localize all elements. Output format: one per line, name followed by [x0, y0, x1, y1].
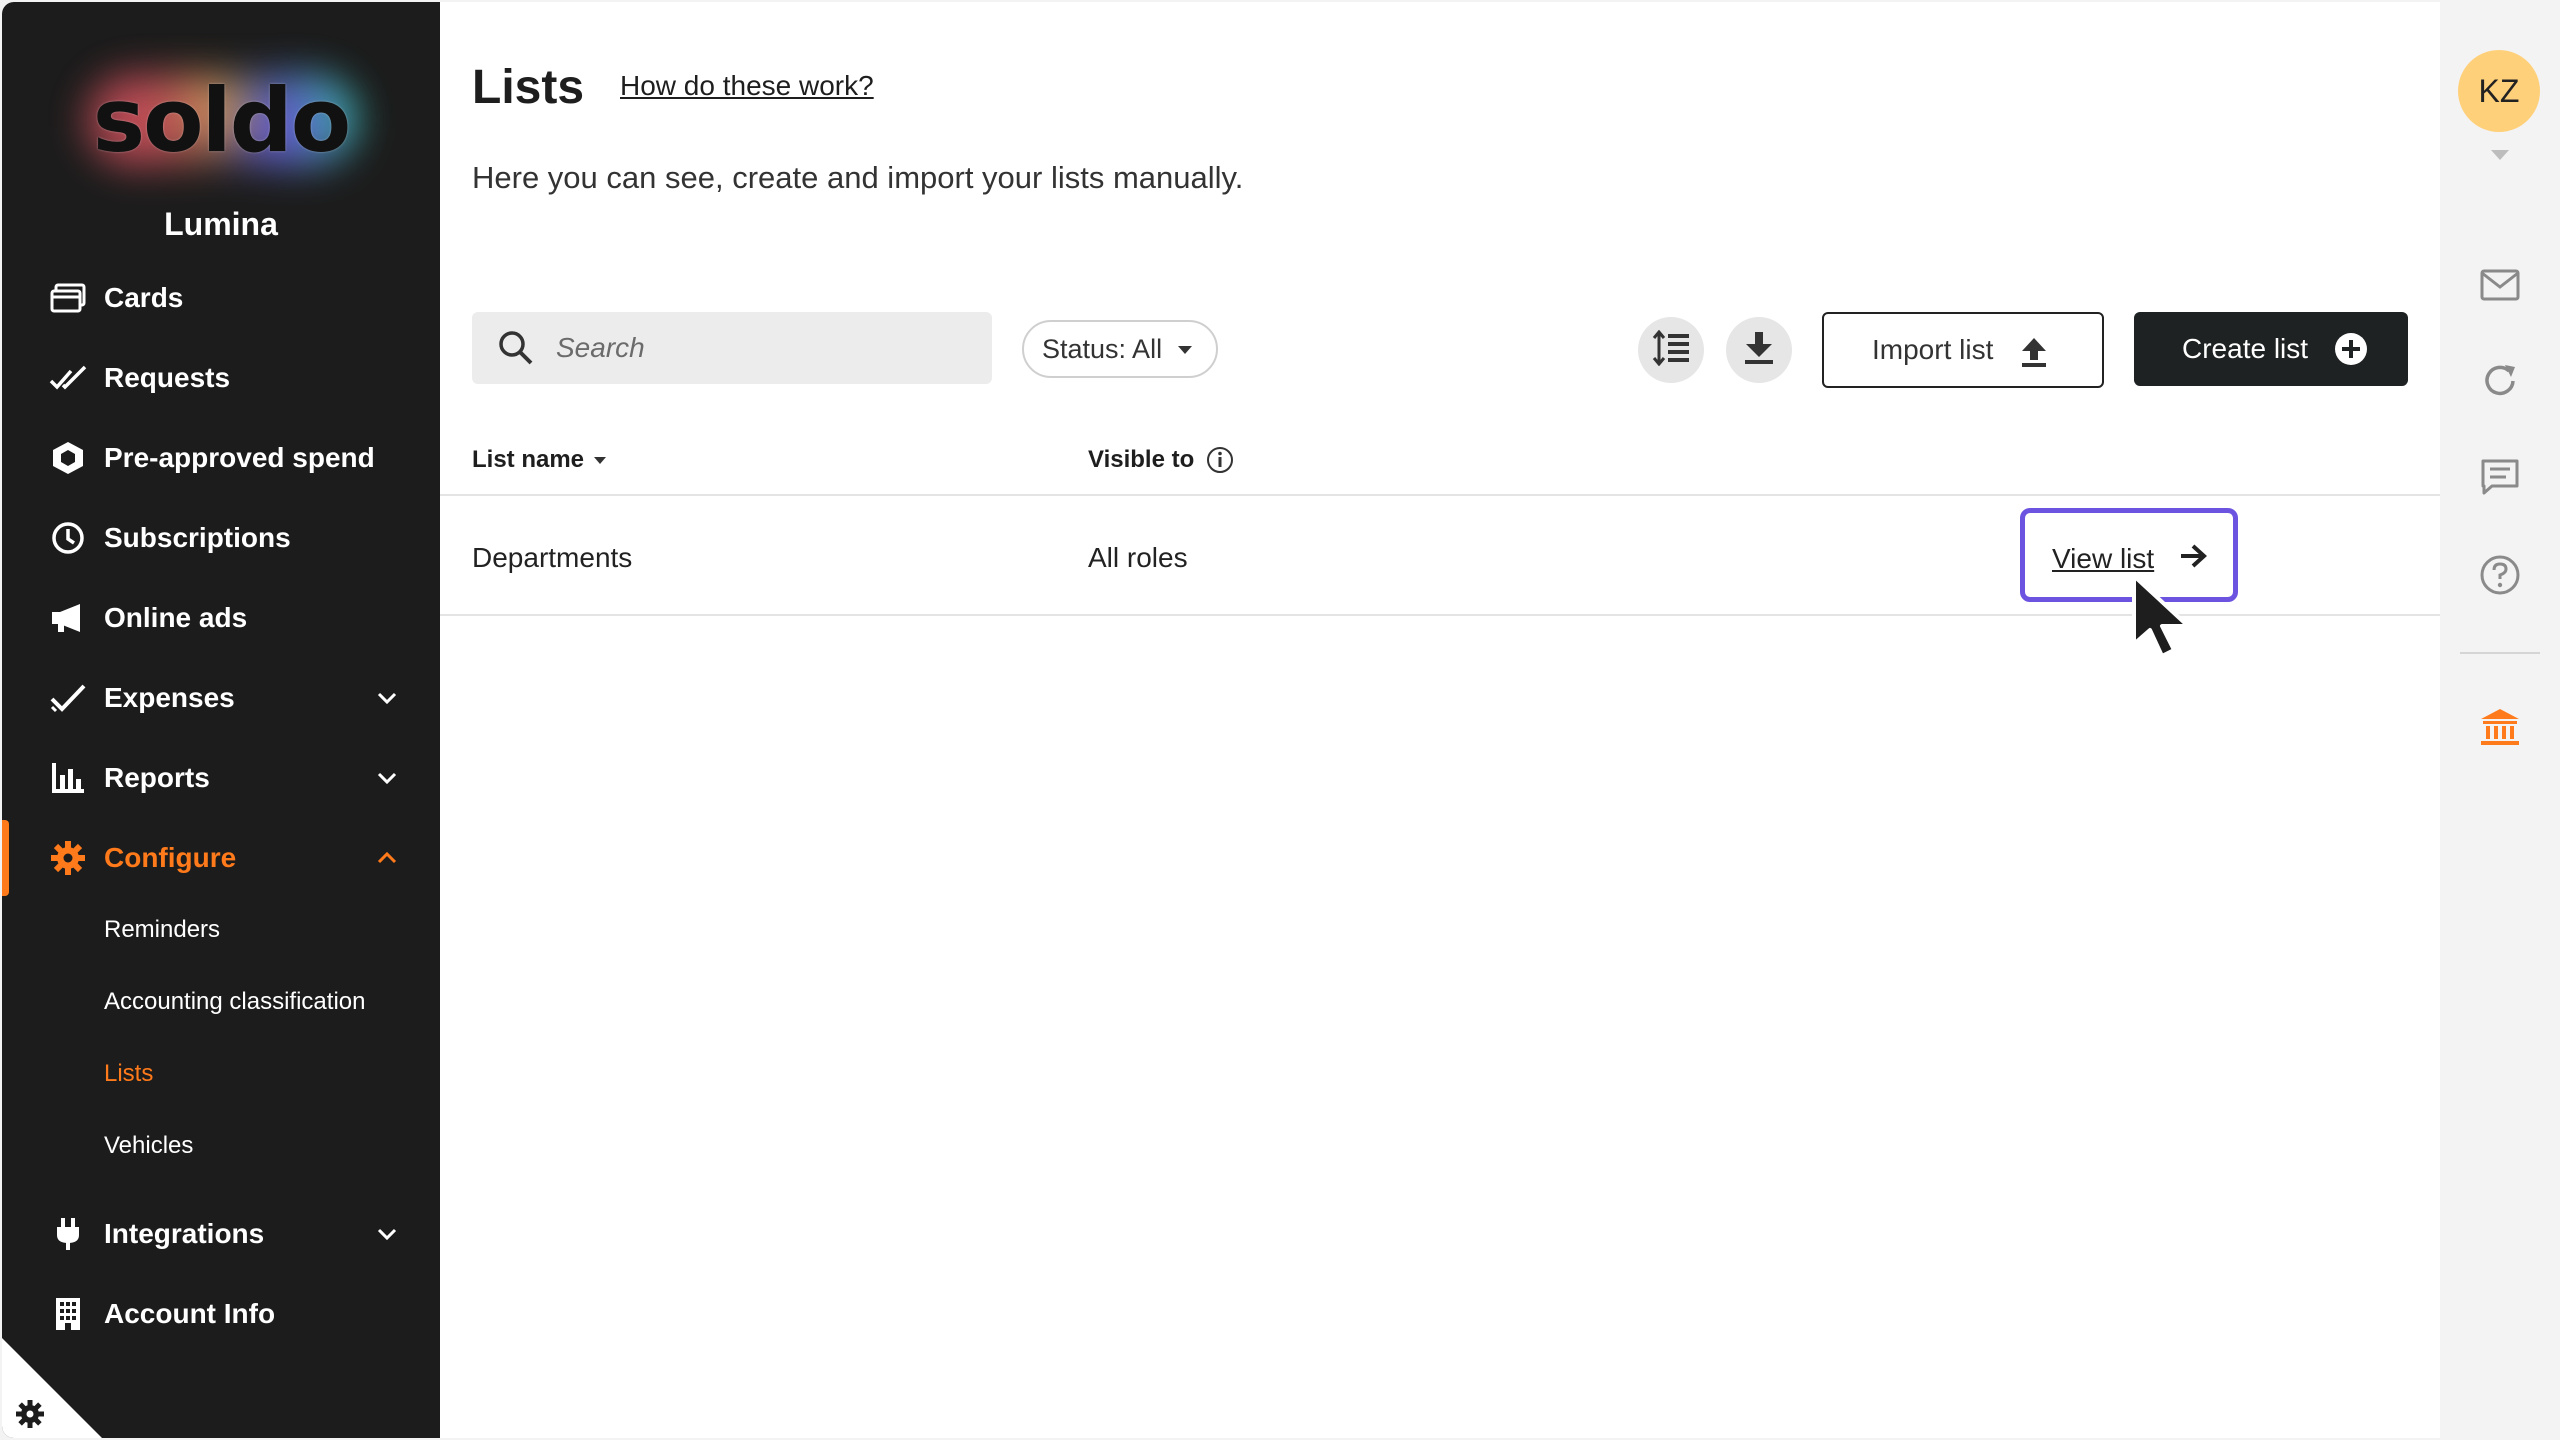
hexagon-icon: [48, 438, 88, 478]
avatar[interactable]: KZ: [2458, 50, 2540, 132]
sidebar-item-expenses[interactable]: Expenses: [2, 666, 440, 730]
column-header-list-name[interactable]: List name: [472, 446, 607, 474]
sort-caret-icon[interactable]: [594, 456, 607, 464]
help-link[interactable]: How do these work?: [620, 70, 874, 102]
sidebar-item-integrations[interactable]: Integrations: [2, 1202, 440, 1266]
sidebar-item-pre-approved-spend[interactable]: Pre-approved spend: [2, 426, 440, 490]
sidebar-item-label: Integrations: [104, 1218, 265, 1249]
sort-list-button[interactable]: [1638, 317, 1704, 383]
sort-lines-icon: [1651, 329, 1691, 371]
arrow-right-icon: [2179, 543, 2209, 574]
status-filter-dropdown[interactable]: Status: All: [1022, 320, 1218, 378]
plug-icon: [48, 1214, 88, 1254]
sidebar-subitem-accounting-classification[interactable]: Accounting classification: [104, 988, 365, 1016]
refresh-icon[interactable]: [2477, 358, 2523, 404]
plus-circle-icon: [2334, 332, 2368, 373]
sidebar-item-label: Online ads: [104, 602, 248, 633]
chevron-down-icon[interactable]: [372, 763, 402, 793]
create-list-label: Create list: [2182, 333, 2309, 364]
import-list-label: Import list: [1872, 334, 1994, 365]
mail-icon[interactable]: [2477, 262, 2523, 308]
sidebar-item-label: Requests: [104, 362, 231, 393]
sidebar-item-reports[interactable]: Reports: [2, 746, 440, 810]
chevron-up-icon[interactable]: [372, 843, 402, 873]
clock-icon: [48, 518, 88, 558]
sidebar-subitem-lists[interactable]: Lists: [104, 1060, 153, 1088]
column-header-visible-to: Visible to: [1088, 446, 1234, 474]
download-icon: [1743, 330, 1775, 371]
sidebar-item-label: Cards: [104, 282, 184, 313]
right-rail: KZ: [2440, 2, 2560, 1438]
sidebar-item-account-info[interactable]: Account Info: [2, 1282, 440, 1346]
sidebar-item-label: Account Info: [104, 1298, 276, 1329]
create-list-button[interactable]: Create list: [2134, 312, 2408, 386]
chevron-down-icon[interactable]: [372, 683, 402, 713]
megaphone-icon: [48, 598, 88, 638]
sidebar-item-subscriptions[interactable]: Subscriptions: [2, 506, 440, 570]
sidebar-item-label: Configure: [104, 842, 237, 873]
table-header-divider: [440, 494, 2440, 496]
search-input[interactable]: [556, 312, 976, 384]
upload-icon: [2020, 336, 2048, 375]
bar-chart-icon: [48, 758, 88, 798]
view-list-button[interactable]: View list: [2020, 508, 2238, 602]
page-subtitle: Here you can see, create and import your…: [472, 160, 1244, 195]
sidebar-item-configure[interactable]: Configure: [2, 826, 440, 890]
view-list-label: View list: [2052, 543, 2155, 574]
info-icon[interactable]: [1206, 446, 1234, 474]
settings-corner[interactable]: [2, 1338, 102, 1438]
company-name: Lumina: [164, 206, 278, 242]
sidebar-item-cards[interactable]: Cards: [2, 266, 440, 330]
check-icon: [48, 678, 88, 718]
sidebar-item-requests[interactable]: Requests: [2, 346, 440, 410]
download-button[interactable]: [1726, 317, 1792, 383]
search-icon: [498, 330, 534, 371]
list-name-cell: Departments: [472, 542, 633, 573]
help-icon[interactable]: [2477, 552, 2523, 598]
sidebar-subitem-vehicles[interactable]: Vehicles: [104, 1132, 193, 1160]
sidebar-item-label: Pre-approved spend: [104, 442, 375, 473]
sidebar-item-online-ads[interactable]: Online ads: [2, 586, 440, 650]
check-double-icon: [48, 358, 88, 398]
rail-divider: [2460, 652, 2540, 654]
chat-icon[interactable]: [2477, 454, 2523, 500]
gear-icon: [16, 1400, 44, 1428]
logo-text: soldo: [92, 68, 351, 172]
sidebar-item-label: Expenses: [104, 682, 235, 713]
card-icon: [48, 278, 88, 318]
mouse-cursor-icon: [2130, 574, 2200, 665]
main-content: Lists How do these work? Here you can se…: [440, 2, 2440, 1438]
bank-icon[interactable]: [2477, 704, 2523, 750]
import-list-button[interactable]: Import list: [1822, 312, 2104, 388]
visible-to-cell: All roles: [1088, 542, 1188, 573]
search-box[interactable]: [472, 312, 992, 384]
status-filter-label: Status: All: [1042, 333, 1163, 364]
chevron-down-icon[interactable]: [372, 1219, 402, 1249]
gear-icon: [48, 838, 88, 878]
column-header-label: List name: [472, 446, 585, 473]
page-title: Lists: [472, 61, 585, 114]
soldo-logo[interactable]: soldo: [62, 60, 380, 180]
building-icon: [48, 1294, 88, 1334]
sidebar-item-label: Subscriptions: [104, 522, 291, 553]
sidebar-subitem-reminders[interactable]: Reminders: [104, 916, 220, 944]
sidebar: soldo Lumina Cards Requests Pre-approved…: [2, 2, 440, 1438]
caret-down-icon: [1178, 346, 1192, 354]
sidebar-item-label: Reports: [104, 762, 210, 793]
avatar-menu-caret-icon[interactable]: [2491, 150, 2509, 160]
column-header-label: Visible to: [1088, 446, 1195, 473]
